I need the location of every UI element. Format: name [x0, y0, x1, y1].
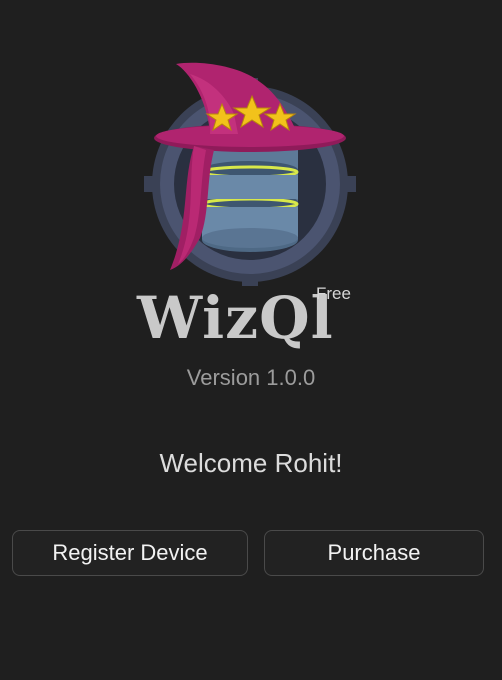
purchase-button[interactable]: Purchase: [264, 530, 484, 576]
purchase-label: Purchase: [327, 540, 421, 565]
register-device-label: Register Device: [52, 540, 208, 565]
edition-badge: Free: [316, 284, 351, 303]
about-window: WizQl Free Version 1.0.0 Welcome Rohit! …: [0, 0, 502, 680]
app-brand: WizQl Free: [0, 280, 502, 360]
version-label: Version 1.0.0: [186, 365, 316, 390]
app-name: WizQl: [137, 284, 334, 352]
welcome-message: Welcome Rohit!: [159, 448, 343, 478]
register-device-button[interactable]: Register Device: [12, 530, 248, 576]
database-icon: [201, 142, 299, 252]
wizard-hat-database-logo-icon: [144, 62, 356, 286]
